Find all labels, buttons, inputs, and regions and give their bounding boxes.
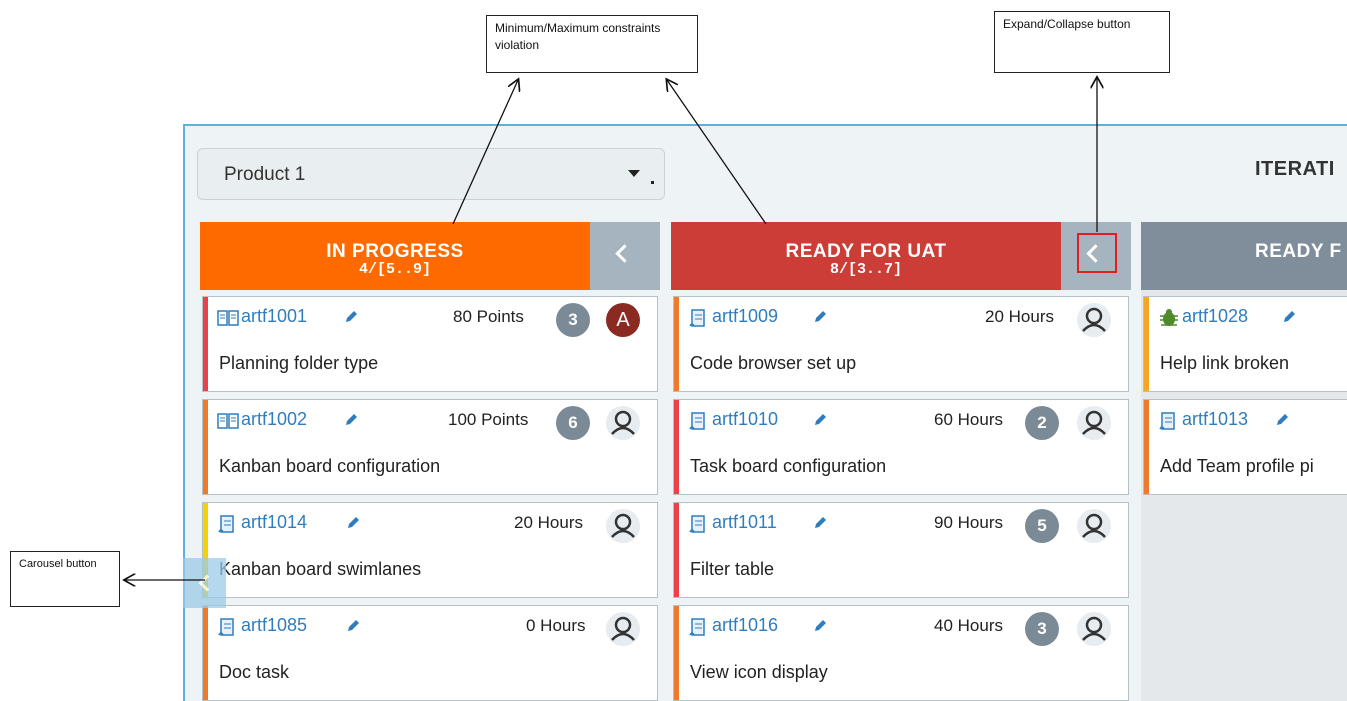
artifact-link[interactable]: artf1016 bbox=[712, 615, 778, 636]
column-name: READY F bbox=[1255, 241, 1342, 262]
artifact-link[interactable]: artf1010 bbox=[712, 409, 778, 430]
task-icon bbox=[689, 412, 705, 430]
pencil-icon[interactable] bbox=[812, 618, 828, 634]
card-title: Help link broken bbox=[1160, 353, 1290, 373]
pencil-icon[interactable] bbox=[1281, 309, 1297, 325]
task-icon bbox=[689, 515, 705, 533]
minmax-violation-callout: Minimum/Maximum constraints violation bbox=[486, 15, 698, 73]
task-icon bbox=[218, 618, 234, 636]
chevron-left-icon bbox=[615, 244, 634, 263]
estimate: 100 Points bbox=[448, 410, 529, 429]
artifact-link[interactable]: artf1028 bbox=[1182, 306, 1248, 327]
card[interactable]: artf1085 0 Hours Doc task bbox=[202, 605, 658, 701]
card[interactable]: artf1014 20 Hours Kanban board swimlanes bbox=[202, 502, 658, 598]
user-icon[interactable] bbox=[606, 406, 640, 440]
user-icon[interactable] bbox=[1077, 406, 1111, 440]
card[interactable]: artf1009 20 Hours Code browser set up bbox=[673, 296, 1129, 392]
expand-collapse-callout: Expand/Collapse button bbox=[994, 11, 1170, 73]
user-icon[interactable] bbox=[606, 509, 640, 543]
column-header-in-progress: IN PROGRESS 4/[5..9] bbox=[200, 222, 590, 290]
artifact-link[interactable]: artf1002 bbox=[241, 409, 307, 430]
task-icon bbox=[1159, 412, 1175, 430]
estimate: 60 Hours bbox=[934, 410, 1003, 429]
highlight-box bbox=[1077, 233, 1117, 273]
card[interactable]: artf1010 60 Hours 2 Task board configura… bbox=[673, 399, 1129, 495]
card-title: Task board configuration bbox=[690, 456, 887, 476]
card[interactable]: artf1001 80 Points 3 A Planning folder t… bbox=[202, 296, 658, 392]
count-badge: 5 bbox=[1025, 509, 1059, 543]
count-badge: 2 bbox=[1025, 406, 1059, 440]
carousel-button[interactable] bbox=[183, 558, 226, 608]
card-title: Kanban board configuration bbox=[219, 456, 441, 476]
chevron-down-icon bbox=[628, 170, 640, 177]
count-badge: 3 bbox=[1025, 612, 1059, 646]
column-header-ready: READY F bbox=[1141, 222, 1347, 290]
user-icon[interactable] bbox=[1077, 303, 1111, 337]
chevron-left-icon bbox=[198, 574, 216, 592]
task-icon bbox=[218, 515, 234, 533]
product-select[interactable]: Product 1 bbox=[197, 148, 665, 200]
assignee-avatar[interactable]: A bbox=[606, 303, 640, 337]
card[interactable]: artf1002 100 Points 6 Kanban board confi… bbox=[202, 399, 658, 495]
estimate: 0 Hours bbox=[526, 616, 586, 635]
artifact-link[interactable]: artf1013 bbox=[1182, 409, 1248, 430]
card-title: Kanban board swimlanes bbox=[219, 559, 422, 579]
card[interactable]: artf1028 Help link broken bbox=[1143, 296, 1347, 392]
pencil-icon[interactable] bbox=[812, 309, 828, 325]
bug-icon bbox=[1160, 309, 1178, 326]
card-title: Code browser set up bbox=[690, 353, 857, 373]
book-icon bbox=[217, 413, 239, 429]
estimate: 20 Hours bbox=[514, 513, 583, 532]
estimate: 20 Hours bbox=[985, 307, 1054, 326]
pencil-icon[interactable] bbox=[343, 412, 359, 428]
card[interactable]: artf1016 40 Hours 3 View icon display bbox=[673, 605, 1129, 701]
pencil-icon[interactable] bbox=[812, 515, 828, 531]
product-select-value: Product 1 bbox=[224, 164, 306, 185]
estimate: 90 Hours bbox=[934, 513, 1003, 532]
task-icon bbox=[689, 618, 705, 636]
wip-limits: 8/[3..7] bbox=[829, 261, 902, 278]
card-title: View icon display bbox=[690, 662, 828, 682]
book-icon bbox=[217, 310, 239, 326]
card-title: Doc task bbox=[219, 662, 290, 682]
pencil-icon[interactable] bbox=[343, 309, 359, 325]
card-title: Add Team profile pi bbox=[1160, 456, 1314, 476]
card-title: Planning folder type bbox=[219, 353, 379, 373]
artifact-link[interactable]: artf1011 bbox=[712, 512, 777, 533]
wip-limits: 4/[5..9] bbox=[358, 261, 431, 278]
artifact-link[interactable]: artf1001 bbox=[241, 306, 307, 327]
user-icon[interactable] bbox=[1077, 509, 1111, 543]
user-icon[interactable] bbox=[1077, 612, 1111, 646]
pencil-icon[interactable] bbox=[1274, 412, 1290, 428]
user-icon[interactable] bbox=[606, 612, 640, 646]
pencil-icon[interactable] bbox=[812, 412, 828, 428]
artifact-link[interactable]: artf1085 bbox=[241, 615, 307, 636]
card[interactable]: artf1013 Add Team profile pi bbox=[1143, 399, 1347, 495]
collapse-column-button[interactable] bbox=[590, 222, 660, 290]
card-title: Filter table bbox=[690, 559, 775, 579]
artifact-link[interactable]: artf1014 bbox=[241, 512, 307, 533]
estimate: 40 Hours bbox=[934, 616, 1003, 635]
column-name: IN PROGRESS bbox=[326, 241, 464, 262]
pencil-icon[interactable] bbox=[345, 515, 361, 531]
column-header-ready-for-uat: READY FOR UAT 8/[3..7] bbox=[671, 222, 1061, 290]
pencil-icon[interactable] bbox=[345, 618, 361, 634]
carousel-callout: Carousel button bbox=[10, 551, 120, 607]
count-badge: 6 bbox=[556, 406, 590, 440]
estimate: 80 Points bbox=[453, 307, 524, 326]
task-icon bbox=[689, 309, 705, 327]
artifact-link[interactable]: artf1009 bbox=[712, 306, 778, 327]
card[interactable]: artf1011 90 Hours 5 Filter table bbox=[673, 502, 1129, 598]
iteration-title: ITERATI bbox=[1255, 158, 1335, 180]
count-badge: 3 bbox=[556, 303, 590, 337]
column-name: READY FOR UAT bbox=[785, 241, 947, 262]
